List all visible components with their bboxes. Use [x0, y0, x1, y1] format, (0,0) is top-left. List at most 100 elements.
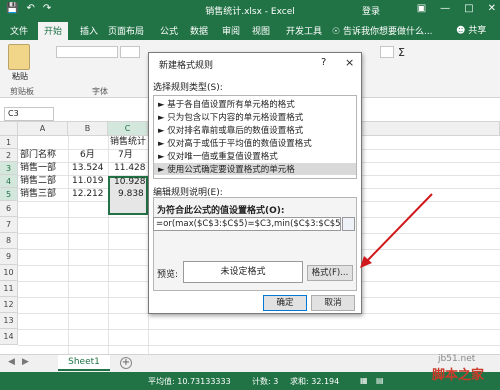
person-icon: ☻ [456, 26, 466, 36]
sheet-tab-bar: ◀ ▶ Sheet1 + [0, 354, 500, 372]
new-format-rule-dialog: 新建格式规则 ? × 选择规则类型(S): ► 基于各自值设置所有单元格的格式 … [148, 52, 362, 314]
font-group-label: 字体 [92, 87, 108, 96]
clipboard-group-label: 剪贴板 [10, 87, 34, 96]
ribbon-display-icon[interactable]: ▣ [417, 3, 426, 14]
tab-developer[interactable]: 开发工具 [286, 24, 322, 37]
column-header-a[interactable]: A [18, 122, 68, 136]
tab-formulas[interactable]: 公式 [160, 24, 178, 37]
row-header-13[interactable]: 13 [0, 313, 18, 329]
cell-a5[interactable]: 销售三部 [20, 188, 56, 201]
watermark-brand: 脚本之家 [432, 368, 485, 383]
tab-insert[interactable]: 插入 [80, 24, 98, 37]
cells-group-icon[interactable] [380, 46, 394, 58]
paste-label: 粘贴 [12, 72, 28, 81]
formula-input[interactable]: =or(max($C$3:$C$5)=$C3,min($C$3:$C$5)=$C… [153, 217, 341, 231]
format-button[interactable]: 格式(F)... [307, 265, 353, 281]
tab-page-layout[interactable]: 页面布局 [108, 24, 144, 37]
row-header-10[interactable]: 10 [0, 265, 18, 281]
tell-me-text: 告诉我你想要做什么... [342, 27, 433, 37]
rule-type-label: 选择规则类型(S): [153, 83, 223, 93]
tab-data[interactable]: 数据 [190, 24, 208, 37]
row-header-1[interactable]: 1 [0, 136, 18, 149]
restore-icon[interactable]: □ [464, 3, 473, 14]
rule-type-item[interactable]: ► 仅对排名靠前或靠后的数值设置格式 [158, 124, 303, 136]
cell-b3[interactable]: 13.524 [72, 162, 104, 175]
select-all-corner[interactable] [0, 122, 18, 136]
tab-file[interactable]: 文件 [10, 24, 28, 37]
preview-label: 预览: [157, 270, 179, 280]
column-header-b[interactable]: B [68, 122, 108, 136]
rule-type-text: 基于各自值设置所有单元格的格式 [167, 100, 295, 110]
tab-home[interactable]: 开始 [38, 22, 69, 40]
cell-c5[interactable]: 9.838 [118, 188, 144, 201]
cell-a2[interactable]: 部门名称 [20, 149, 56, 162]
login-link[interactable]: 登录 [362, 4, 380, 17]
row-header-12[interactable]: 12 [0, 297, 18, 313]
font-size-dropdown[interactable] [120, 46, 140, 58]
view-normal-icon[interactable]: ▦ [360, 376, 368, 385]
close-icon[interactable]: ✕ [488, 3, 496, 14]
column-header-c[interactable]: C [108, 122, 148, 136]
rule-type-text: 只为包含以下内容的单元格设置格式 [167, 113, 304, 123]
add-sheet-icon[interactable]: + [120, 357, 132, 369]
row-header-3[interactable]: 3 [0, 162, 18, 175]
sheet-tab-sheet1[interactable]: Sheet1 [58, 355, 110, 371]
rule-type-text: 使用公式确定要设置格式的单元格 [167, 165, 295, 175]
status-average: 平均值: 10.73133333 [148, 377, 231, 386]
row-header-11[interactable]: 11 [0, 281, 18, 297]
range-select-icon[interactable] [342, 217, 355, 231]
tab-review[interactable]: 审阅 [222, 24, 240, 37]
rule-type-item[interactable]: ► 仅对唯一值或重复值设置格式 [158, 150, 278, 162]
row-header-14[interactable]: 14 [0, 329, 18, 345]
status-count: 计数: 3 [252, 377, 279, 386]
view-page-layout-icon[interactable]: ▤ [376, 376, 384, 385]
share-button[interactable]: ☻ 共享 [456, 23, 486, 36]
autosum-icon[interactable]: Σ [398, 46, 434, 59]
status-bar: 平均值: 10.73133333 计数: 3 求和: 32.194 ▦ ▤ [0, 372, 500, 390]
cell-b2[interactable]: 6月 [80, 149, 95, 162]
row-header-5[interactable]: 5 [0, 188, 18, 201]
cell-b4[interactable]: 11.019 [72, 175, 104, 188]
cell-c3[interactable]: 11.428 [114, 162, 146, 175]
rule-type-item[interactable]: ► 只为包含以下内容的单元格设置格式 [158, 111, 303, 123]
minimize-icon[interactable]: — [440, 3, 450, 14]
gridline [18, 345, 500, 346]
font-name-dropdown[interactable] [56, 46, 118, 58]
rule-type-item[interactable]: ► 仅对高于或低于平均值的数值设置格式 [158, 137, 312, 149]
cell-a4[interactable]: 销售二部 [20, 175, 56, 188]
window-controls: ▣ — □ ✕ [417, 3, 496, 14]
cancel-button[interactable]: 取消 [311, 295, 355, 311]
tell-me-box[interactable]: ☉ 告诉我你想要做什么... [332, 24, 433, 37]
cell-b5[interactable]: 12.212 [72, 188, 104, 201]
help-icon[interactable]: ? [321, 57, 326, 68]
cell-c2[interactable]: 7月 [118, 149, 133, 162]
row-header-2[interactable]: 2 [0, 149, 18, 162]
gridline [108, 136, 109, 354]
row-header-8[interactable]: 8 [0, 233, 18, 249]
watermark-url: jb51.net [438, 354, 476, 364]
sheet-prev-icon[interactable]: ◀ [8, 357, 15, 367]
title-bar: 💾 ↶ ↷ 销售统计.xlsx - Excel 登录 ▣ — □ ✕ [0, 0, 500, 20]
tab-view[interactable]: 视图 [252, 24, 270, 37]
rule-type-item[interactable]: ► 基于各自值设置所有单元格的格式 [158, 98, 295, 110]
ok-button[interactable]: 确定 [263, 295, 307, 311]
paste-icon[interactable] [8, 44, 30, 70]
rule-type-item-selected[interactable]: ► 使用公式确定要设置格式的单元格 [154, 163, 356, 175]
rule-type-text: 仅对排名靠前或靠后的数值设置格式 [167, 126, 304, 136]
row-header-4[interactable]: 4 [0, 175, 18, 188]
name-box[interactable]: C3 [4, 107, 54, 121]
lightbulb-icon: ☉ [332, 27, 341, 37]
row-header-9[interactable]: 9 [0, 249, 18, 265]
cell-c1[interactable]: 销售统计 [110, 136, 146, 149]
gridline [18, 329, 500, 330]
formula-label: 为符合此公式的值设置格式(O): [157, 206, 285, 216]
share-label: 共享 [468, 26, 487, 36]
row-header-6[interactable]: 6 [0, 201, 18, 217]
ribbon-tabs: 文件 开始 插入 页面布局 公式 数据 审阅 视图 开发工具 ☉ 告诉我你想要做… [0, 20, 500, 40]
cell-a3[interactable]: 销售一部 [20, 162, 56, 175]
close-icon[interactable]: × [345, 56, 354, 69]
rule-type-text: 仅对高于或低于平均值的数值设置格式 [167, 139, 312, 149]
row-header-7[interactable]: 7 [0, 217, 18, 233]
rule-type-list[interactable]: ► 基于各自值设置所有单元格的格式 ► 只为包含以下内容的单元格设置格式 ► 仅… [153, 95, 357, 179]
sheet-next-icon[interactable]: ▶ [22, 357, 29, 367]
